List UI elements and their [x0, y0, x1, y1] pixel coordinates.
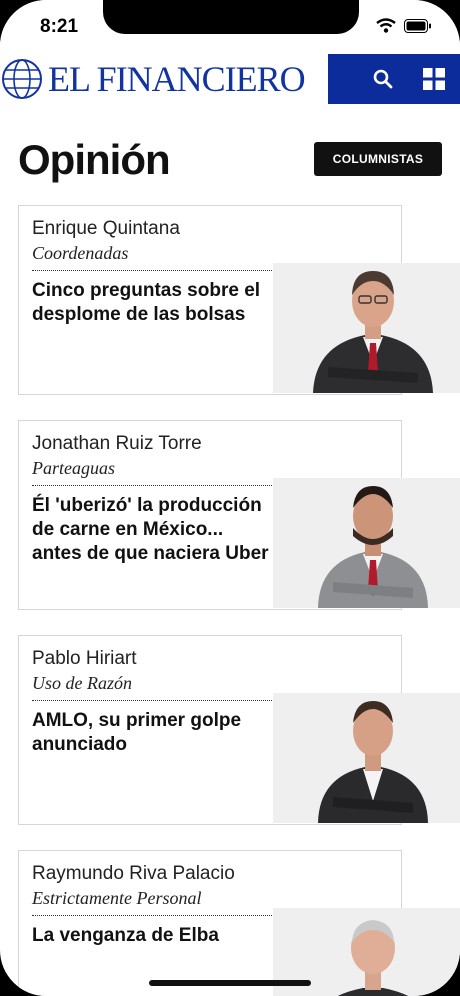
article-headline[interactable]: AMLO, su primer golpe anunciado — [32, 709, 277, 757]
author-name[interactable]: Pablo Hiriart — [32, 648, 137, 670]
home-indicator[interactable] — [149, 980, 311, 986]
author-photo-illustration — [318, 486, 428, 608]
article-card[interactable]: Enrique Quintana Coordenadas Cinco pregu… — [18, 205, 460, 395]
divider — [32, 700, 272, 701]
column-name: Parteaguas — [32, 458, 115, 478]
article-card[interactable]: Pablo Hiriart Uso de Razón AMLO, su prim… — [18, 635, 460, 825]
logo[interactable]: EL FINANCIERO — [0, 54, 328, 104]
divider — [32, 485, 272, 486]
author-name[interactable]: Jonathan Ruiz Torre — [32, 433, 202, 455]
author-photo — [273, 263, 460, 393]
wifi-icon — [376, 18, 396, 33]
author-name[interactable]: Raymundo Riva Palacio — [32, 863, 235, 885]
status-bar: 8:21 — [0, 0, 460, 54]
columnists-button[interactable]: COLUMNISTAS — [314, 142, 442, 176]
status-icons — [376, 18, 432, 33]
article-card[interactable]: Raymundo Riva Palacio Estrictamente Pers… — [18, 850, 460, 996]
divider — [32, 915, 272, 916]
author-photo-illustration — [313, 271, 433, 393]
battery-icon — [404, 18, 431, 33]
divider — [32, 270, 272, 271]
column-name: Uso de Razón — [32, 673, 132, 693]
column-name: Estrictamente Personal — [32, 888, 202, 908]
article-headline[interactable]: Cinco preguntas sobre el desplome de las… — [32, 279, 277, 327]
menu-button[interactable] — [421, 66, 447, 92]
globe-icon — [2, 59, 42, 99]
page-title: Opinión — [18, 136, 171, 183]
app-header: EL FINANCIERO — [0, 54, 460, 104]
logo-text: EL FINANCIERO — [48, 59, 306, 99]
author-photo — [273, 478, 460, 608]
article-headline[interactable]: Él 'uberizó' la producción de carne en M… — [32, 494, 277, 566]
grid-menu-icon — [423, 68, 445, 90]
status-time: 8:21 — [40, 16, 79, 37]
notch — [103, 0, 359, 34]
author-name[interactable]: Enrique Quintana — [32, 218, 180, 240]
column-name: Coordenadas — [32, 243, 129, 263]
phone-screen: 8:21 EL FINANCIERO Opinión COLUMNISTAS E… — [0, 0, 460, 996]
search-icon — [373, 69, 393, 89]
article-card[interactable]: Jonathan Ruiz Torre Parteaguas Él 'uberi… — [18, 420, 460, 610]
search-button[interactable] — [370, 66, 396, 92]
article-headline[interactable]: La venganza de Elba — [32, 924, 277, 948]
author-photo — [273, 693, 460, 823]
author-photo-illustration — [318, 701, 428, 823]
